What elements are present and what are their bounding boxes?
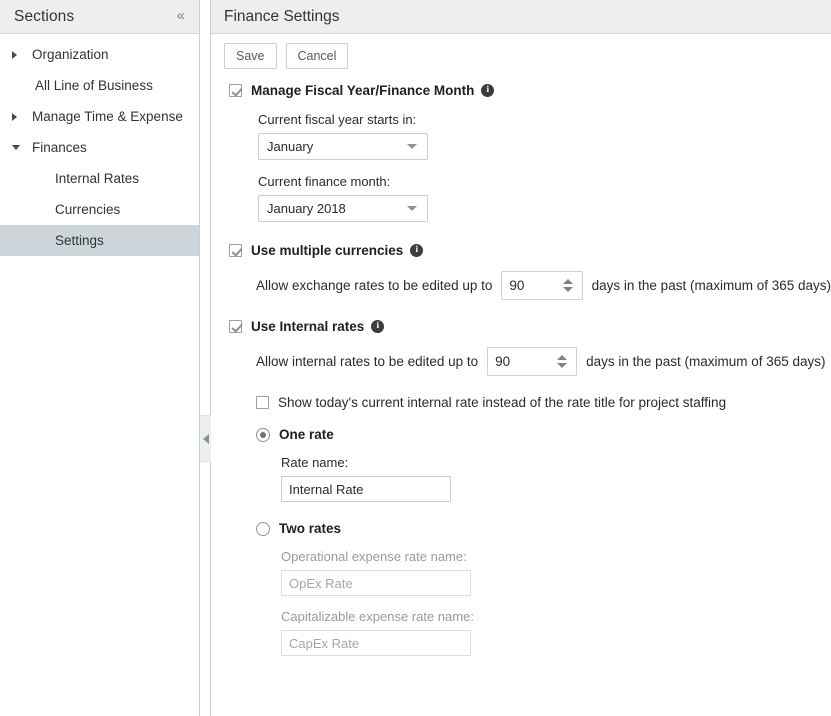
two-rates-radio[interactable] bbox=[256, 521, 270, 536]
fiscal-year-field: Current fiscal year starts in: January bbox=[211, 112, 831, 160]
show-today-rate-row: Show today's current internal rate inste… bbox=[211, 395, 831, 410]
sidebar-item-currencies[interactable]: Currencies bbox=[0, 194, 199, 225]
finance-month-select[interactable]: January 2018 bbox=[258, 195, 428, 222]
manage-fiscal-year-label: Manage Fiscal Year/Finance Month bbox=[251, 83, 475, 98]
two-rates-row: Two rates bbox=[211, 521, 831, 536]
exchange-rate-days-value[interactable]: 90 bbox=[509, 278, 558, 293]
sidebar-item-label: All Line of Business bbox=[35, 78, 153, 93]
sections-sidebar: Sections « Organization All Line of Busi… bbox=[0, 0, 200, 716]
fiscal-year-select[interactable]: January bbox=[258, 133, 428, 160]
rate-name-label: Rate name: bbox=[281, 455, 349, 470]
fiscal-year-label: Current fiscal year starts in: bbox=[258, 112, 417, 127]
finance-settings-form: Manage Fiscal Year/Finance Month i Curre… bbox=[211, 69, 831, 656]
sidebar-item-settings[interactable]: Settings bbox=[0, 225, 199, 256]
two-rates-label: Two rates bbox=[279, 521, 342, 536]
sidebar-nav-list: Organization All Line of Business Manage… bbox=[0, 34, 199, 256]
stepper-up-icon[interactable] bbox=[562, 279, 573, 284]
info-icon[interactable]: i bbox=[371, 320, 385, 333]
show-today-rate-checkbox[interactable] bbox=[256, 396, 269, 409]
one-rate-label: One rate bbox=[279, 427, 334, 442]
use-multiple-currencies-checkbox[interactable] bbox=[229, 244, 242, 257]
sidebar-item-manage-time-expense[interactable]: Manage Time & Expense bbox=[0, 101, 199, 132]
show-today-rate-label: Show today's current internal rate inste… bbox=[278, 395, 727, 410]
use-multiple-currencies-row: Use multiple currencies i bbox=[211, 243, 831, 258]
use-internal-rates-label: Use Internal rates bbox=[251, 319, 365, 334]
internal-rate-days-value[interactable]: 90 bbox=[495, 354, 553, 369]
chevron-right-icon[interactable] bbox=[12, 50, 30, 59]
info-icon[interactable]: i bbox=[481, 84, 495, 97]
sidebar-item-label: Settings bbox=[55, 233, 104, 248]
sidebar-item-label: Manage Time & Expense bbox=[32, 109, 183, 124]
app-root: Sections « Organization All Line of Busi… bbox=[0, 0, 831, 716]
sidebar-item-label: Organization bbox=[32, 47, 109, 62]
rate-name-field: Rate name: bbox=[211, 455, 831, 502]
chevron-down-icon bbox=[407, 144, 417, 149]
manage-fiscal-year-checkbox[interactable] bbox=[229, 84, 242, 97]
internal-rate-edit-window-row: Allow internal rates to be edited up to … bbox=[211, 347, 831, 376]
chevron-right-icon[interactable] bbox=[12, 112, 30, 121]
sidebar-item-all-line-of-business[interactable]: All Line of Business bbox=[0, 70, 199, 101]
one-rate-row: One rate bbox=[211, 427, 831, 442]
finance-month-label: Current finance month: bbox=[258, 174, 391, 189]
use-internal-rates-checkbox[interactable] bbox=[229, 320, 242, 333]
fiscal-year-selected-value: January bbox=[267, 139, 314, 154]
capex-rate-name-field: Capitalizable expense rate name: bbox=[211, 609, 831, 656]
sidebar-item-label: Finances bbox=[32, 140, 87, 155]
finance-month-selected-value: January 2018 bbox=[267, 201, 346, 216]
save-button[interactable]: Save bbox=[224, 43, 277, 69]
panel-splitter[interactable] bbox=[200, 0, 211, 716]
stepper-up-icon[interactable] bbox=[557, 355, 568, 360]
internal-rate-prefix-label: Allow internal rates to be edited up to bbox=[256, 354, 479, 369]
stepper-down-icon[interactable] bbox=[562, 287, 573, 292]
chevron-down-icon[interactable] bbox=[12, 145, 30, 150]
page-title: Finance Settings bbox=[224, 7, 340, 25]
internal-rate-suffix-label: days in the past (maximum of 365 days) bbox=[586, 354, 826, 369]
main-header: Finance Settings bbox=[211, 0, 831, 34]
sidebar-title: Sections bbox=[14, 7, 75, 25]
splitter-collapse-handle[interactable] bbox=[200, 415, 211, 462]
use-multiple-currencies-label: Use multiple currencies bbox=[251, 243, 404, 258]
one-rate-radio[interactable] bbox=[256, 427, 270, 442]
stepper-arrows[interactable] bbox=[559, 275, 577, 297]
manage-fiscal-year-row: Manage Fiscal Year/Finance Month i bbox=[211, 83, 831, 98]
exchange-rate-suffix-label: days in the past (maximum of 365 days) bbox=[591, 278, 831, 293]
internal-rate-days-stepper[interactable]: 90 bbox=[487, 347, 578, 376]
cancel-button[interactable]: Cancel bbox=[285, 43, 349, 69]
sidebar-item-label: Currencies bbox=[55, 202, 121, 217]
capex-rate-name-label: Capitalizable expense rate name: bbox=[281, 609, 474, 624]
sidebar-item-internal-rates[interactable]: Internal Rates bbox=[0, 163, 199, 194]
exchange-rate-days-stepper[interactable]: 90 bbox=[501, 271, 583, 300]
rate-name-input[interactable] bbox=[281, 476, 451, 502]
sidebar-item-organization[interactable]: Organization bbox=[0, 39, 199, 70]
chevron-down-icon bbox=[407, 206, 417, 211]
sidebar-item-finances[interactable]: Finances bbox=[0, 132, 199, 163]
sidebar-header: Sections « bbox=[0, 0, 199, 34]
collapse-sidebar-icon[interactable]: « bbox=[175, 6, 187, 27]
main-panel: Finance Settings Save Cancel Manage Fisc… bbox=[211, 0, 831, 716]
opex-rate-name-field: Operational expense rate name: bbox=[211, 549, 831, 596]
arrow-left-icon bbox=[202, 433, 209, 444]
exchange-rate-prefix-label: Allow exchange rates to be edited up to bbox=[256, 278, 493, 293]
exchange-rate-edit-window-row: Allow exchange rates to be edited up to … bbox=[211, 271, 831, 300]
action-toolbar: Save Cancel bbox=[211, 34, 831, 69]
info-icon[interactable]: i bbox=[410, 244, 424, 257]
opex-rate-name-input[interactable] bbox=[281, 570, 471, 596]
capex-rate-name-input[interactable] bbox=[281, 630, 471, 656]
use-internal-rates-row: Use Internal rates i bbox=[211, 319, 831, 334]
opex-rate-name-label: Operational expense rate name: bbox=[281, 549, 467, 564]
finance-month-field: Current finance month: January 2018 bbox=[211, 174, 831, 222]
stepper-down-icon[interactable] bbox=[557, 363, 568, 368]
sidebar-item-label: Internal Rates bbox=[55, 171, 140, 186]
stepper-arrows[interactable] bbox=[553, 351, 571, 373]
